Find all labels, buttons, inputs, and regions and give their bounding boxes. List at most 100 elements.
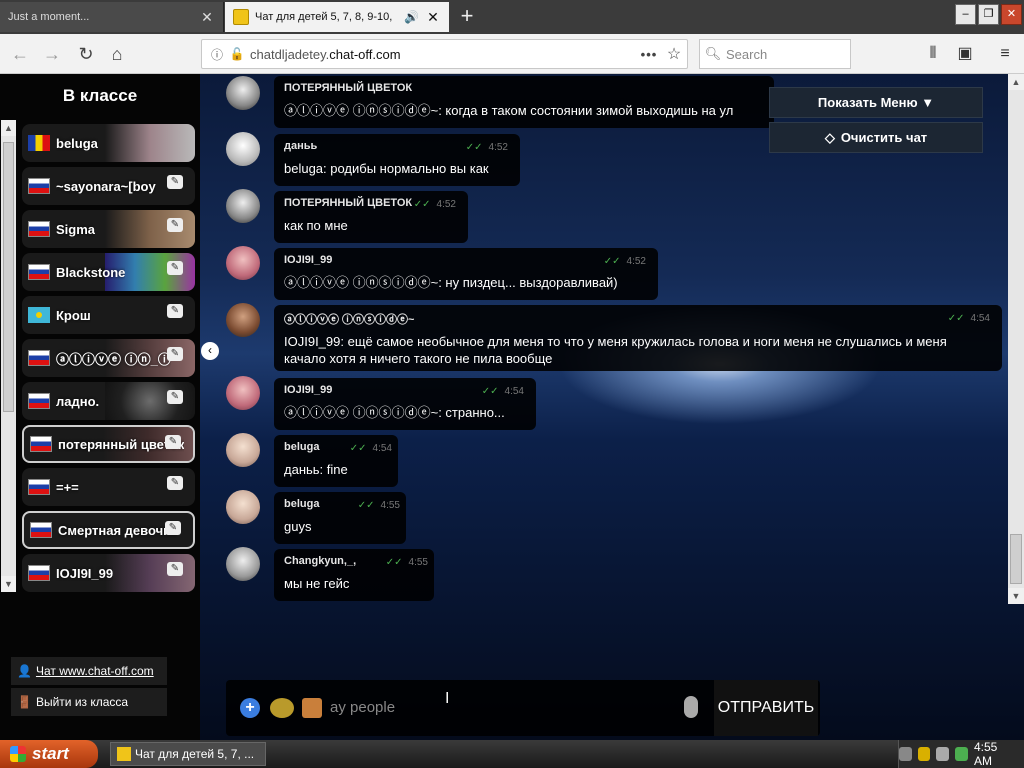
minimize-button[interactable]: – — [955, 4, 976, 25]
private-message-icon[interactable]: ✎ — [167, 562, 183, 576]
user-name: ладно. — [56, 393, 100, 409]
user-item[interactable]: =+= ✎ — [22, 468, 195, 506]
insecure-lock-icon[interactable]: 🔓 — [228, 47, 246, 61]
user-item[interactable]: beluga — [22, 124, 195, 162]
leave-room-button[interactable]: 🚪 Выйти из класса — [11, 688, 167, 716]
scroll-thumb[interactable] — [1010, 534, 1022, 584]
user-item[interactable]: Крош ✎ — [22, 296, 195, 334]
message-bubble: даньь ✓✓ 4:52 beluga: родибы нормально вы… — [274, 134, 520, 186]
taskbar-browser-item[interactable]: Чат для детей 5, 7, ... — [110, 742, 266, 766]
home-icon[interactable]: ⌂ — [103, 40, 131, 68]
keyboard-icon[interactable] — [899, 747, 912, 761]
chat-message — [226, 490, 260, 524]
tab-close-icon[interactable]: ✕ — [199, 9, 215, 26]
private-message-icon[interactable]: ✎ — [167, 304, 183, 318]
private-message-icon[interactable]: ✎ — [167, 175, 183, 189]
scroll-thumb[interactable] — [3, 142, 14, 412]
user-name: Sigma — [56, 221, 96, 237]
library-icon[interactable]: ⫴ — [920, 42, 946, 66]
tab-title: Чат для детей 5, 7, 8, 9-10, — [255, 11, 393, 23]
private-message-icon[interactable]: ✎ — [167, 476, 183, 490]
user-item-selected[interactable]: потерянный цветок ✎ — [22, 425, 195, 463]
collapse-sidebar-icon[interactable]: ‹ — [201, 342, 219, 360]
add-attachment-icon[interactable]: + — [240, 698, 260, 718]
close-window-button[interactable]: ✕ — [1001, 4, 1022, 25]
gift-icon[interactable] — [302, 698, 322, 718]
scroll-down-icon[interactable]: ▼ — [1, 576, 16, 592]
private-message-icon[interactable]: ✎ — [167, 390, 183, 404]
tab-just-a-moment[interactable]: Just a moment... ✕ — [0, 2, 224, 32]
user-item[interactable]: ладно. ✎ — [22, 382, 195, 420]
show-menu-button[interactable]: Показать Меню ▼ — [769, 87, 983, 118]
user-item[interactable]: ~sayonara~[boy ✎ — [22, 167, 195, 205]
sidebar-title: В классе — [62, 86, 138, 105]
info-icon[interactable]: ⓘ — [206, 46, 228, 63]
user-item[interactable]: Blackstone ✎ — [22, 253, 195, 291]
emoji-icon[interactable] — [270, 698, 294, 718]
reload-icon[interactable]: ↻ — [72, 40, 100, 68]
url-bar[interactable]: ⓘ 🔓 chatdljadetey.chat-off.com ••• ☆ — [201, 39, 688, 69]
user-item[interactable]: ⓐⓛⓘⓥⓔ ⓘⓝ_ⓘ ✎ — [22, 339, 195, 377]
private-message-icon[interactable]: ✎ — [165, 435, 181, 449]
volume-icon[interactable] — [936, 747, 950, 761]
start-button[interactable]: start — [0, 740, 98, 768]
message-time-value: 4:52 — [488, 142, 508, 153]
private-message-icon[interactable]: ✎ — [167, 261, 183, 275]
clear-chat-button[interactable]: ◇ Очистить чат — [769, 122, 983, 153]
russia-flag-icon — [28, 350, 50, 366]
scroll-up-icon[interactable]: ▲ — [1, 120, 16, 136]
speaker-icon[interactable]: 🔊 — [404, 10, 419, 24]
site-favicon-icon — [233, 9, 249, 25]
new-tab-button[interactable]: + — [455, 4, 479, 28]
private-message-icon[interactable]: ✎ — [167, 347, 183, 361]
search-placeholder: Search — [726, 46, 768, 62]
chat-message — [226, 376, 260, 410]
chat-message — [226, 189, 260, 223]
kazakhstan-flag-icon — [28, 307, 50, 323]
romania-flag-icon — [28, 135, 50, 151]
hamburger-menu-icon[interactable]: ≡ — [992, 42, 1018, 66]
user-name: Крош — [56, 307, 91, 323]
network-icon[interactable] — [955, 747, 968, 761]
user-name: IOJI9I_99 — [56, 565, 114, 581]
private-message-icon[interactable]: ✎ — [165, 521, 181, 535]
user-name: Blackstone — [56, 264, 126, 280]
url-text[interactable]: chatdljadetey.chat-off.com — [246, 47, 637, 62]
read-check-icon: ✓✓ — [603, 256, 621, 267]
chat-message — [226, 132, 260, 166]
microphone-icon[interactable] — [684, 696, 698, 718]
chat-message — [226, 76, 260, 110]
user-item[interactable]: Смертная девочка ✎ — [22, 511, 195, 549]
forward-icon[interactable]: → — [38, 40, 66, 68]
url-host: chat-off.com — [329, 46, 401, 62]
user-item[interactable]: Sigma ✎ — [22, 210, 195, 248]
send-button[interactable]: ОТПРАВИТЬ — [714, 680, 818, 736]
chat-site-link[interactable]: 👤 Чат www.chat-off.com — [11, 657, 167, 685]
sidebar-scrollbar[interactable]: ▲ ▼ — [1, 120, 16, 592]
search-input[interactable]: 🔍︎ Search — [699, 39, 851, 69]
scroll-up-icon[interactable]: ▲ — [1008, 74, 1024, 90]
tab-close-icon[interactable]: ✕ — [425, 9, 441, 26]
tab-chat[interactable]: Чат для детей 5, 7, 8, 9-10, 🔊 ✕ — [225, 2, 449, 32]
private-message-icon[interactable]: ✎ — [167, 218, 183, 232]
restore-button[interactable]: ❐ — [978, 4, 999, 25]
shield-icon[interactable] — [917, 747, 931, 761]
russia-flag-icon — [28, 565, 50, 581]
back-icon[interactable]: ← — [6, 40, 34, 68]
message-input[interactable]: ay people — [330, 694, 670, 722]
user-item[interactable]: IOJI9I_99 ✎ — [22, 554, 195, 592]
message-text: мы не гейс — [284, 576, 350, 591]
chat-scrollbar[interactable]: ▲ ▼ — [1008, 74, 1024, 604]
message-time: ✓✓ 4:54 — [350, 443, 392, 454]
message-bubble: ПОТЕРЯННЫЙ ЦВЕТОК ⓐⓛⓘⓥⓔ ⓘⓝⓢⓘⓓⓔ~: когда в… — [274, 76, 774, 128]
sidebar-toggle-icon[interactable]: ▣ — [952, 42, 978, 66]
eraser-icon: ◇ — [824, 129, 835, 145]
avatar — [226, 132, 260, 166]
page-actions-icon[interactable]: ••• — [637, 47, 661, 62]
avatar — [226, 547, 260, 581]
scroll-down-icon[interactable]: ▼ — [1008, 588, 1024, 604]
clock: 4:55 AM — [973, 740, 998, 768]
chat-page: В классе ▲ ▼ beluga ~sayonara~[boy ✎ Sig… — [0, 74, 1024, 740]
message-time: ✓✓ 4:54 — [948, 313, 990, 324]
bookmark-star-icon[interactable]: ☆ — [661, 44, 687, 64]
